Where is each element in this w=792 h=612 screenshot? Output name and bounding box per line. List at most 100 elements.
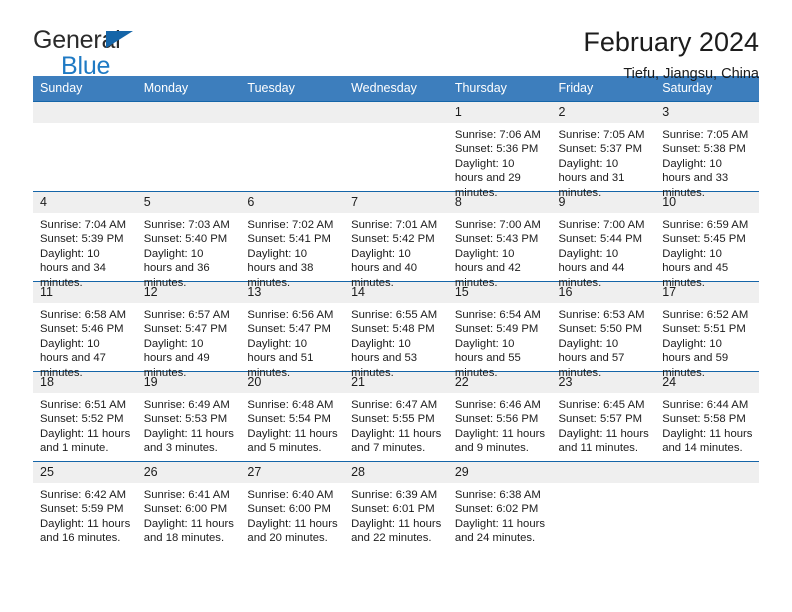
sunset-text: Sunset: 5:42 PM xyxy=(351,233,435,246)
day-cell-inner: 20 Sunrise: 6:48 AM Sunset: 5:54 PM Dayligh… xyxy=(240,372,345,461)
calendar-day-cell[interactable]: 29 Sunrise: 6:38 AM Sunset: 6:02 PM Dayligh… xyxy=(447,461,552,551)
day-cell-inner: 12 Sunrise: 6:57 AM Sunset: 5:47 PM Dayligh… xyxy=(136,282,241,379)
day-cell-inner: 28 Sunrise: 6:39 AM Sunset: 6:01 PM Dayligh… xyxy=(344,462,448,551)
day-details: Sunrise: 6:49 AM Sunset: 5:53 PM Daylight:… xyxy=(137,393,241,456)
day-details: Sunrise: 6:52 AM Sunset: 5:51 PM Daylight:… xyxy=(655,303,759,380)
calendar-day-cell[interactable]: 19 Sunrise: 6:49 AM Sunset: 5:53 PM Dayligh… xyxy=(136,371,241,462)
calendar-week-row: 11 Sunrise: 6:58 AM Sunset: 5:46 PM Dayligh… xyxy=(33,281,759,379)
sunrise-text: Sunrise: 6:39 AM xyxy=(351,489,438,501)
sunrise-text: Sunrise: 7:04 AM xyxy=(40,219,127,231)
day-cell-inner: 1 Sunrise: 7:06 AM Sunset: 5:36 PM Daylight… xyxy=(447,102,552,199)
calendar-day-cell[interactable]: 7 Sunrise: 7:01 AM Sunset: 5:42 PM Daylight… xyxy=(344,191,448,289)
calendar-day-cell[interactable]: 10 Sunrise: 6:59 AM Sunset: 5:45 PM Dayligh… xyxy=(655,191,759,289)
sunrise-text: Sunrise: 7:03 AM xyxy=(143,219,230,231)
calendar-day-cell[interactable]: 18 Sunrise: 6:51 AM Sunset: 5:52 PM Dayligh… xyxy=(33,371,137,462)
sunrise-text: Sunrise: 6:45 AM xyxy=(558,399,645,411)
calendar-day-cell[interactable]: 17 Sunrise: 6:52 AM Sunset: 5:51 PM Dayligh… xyxy=(655,281,759,379)
sunset-text: Sunset: 6:02 PM xyxy=(454,503,539,516)
calendar-day-cell[interactable]: 23 Sunrise: 6:45 AM Sunset: 5:57 PM Dayligh… xyxy=(551,371,656,462)
sunrise-text: Sunrise: 6:41 AM xyxy=(143,489,230,501)
day-cell-inner: 16 Sunrise: 6:53 AM Sunset: 5:50 PM Dayligh… xyxy=(551,282,656,379)
calendar-day-cell[interactable]: 5 Sunrise: 7:03 AM Sunset: 5:40 PM Daylight… xyxy=(136,191,241,289)
sunrise-text: Sunrise: 6:44 AM xyxy=(662,399,749,411)
calendar-day-cell[interactable]: 28 Sunrise: 6:39 AM Sunset: 6:01 PM Dayligh… xyxy=(344,461,448,551)
day-details xyxy=(552,483,656,488)
daylight-text: Daylight: 11 hours and 22 minutes. xyxy=(351,517,442,545)
calendar-week-row: 25 Sunrise: 6:42 AM Sunset: 5:59 PM Dayligh… xyxy=(33,461,759,551)
calendar-day-cell[interactable]: 15 Sunrise: 6:54 AM Sunset: 5:49 PM Dayligh… xyxy=(447,281,552,379)
calendar-day-cell[interactable]: 21 Sunrise: 6:47 AM Sunset: 5:55 PM Dayligh… xyxy=(344,371,448,462)
calendar-day-cell[interactable]: 8 Sunrise: 7:00 AM Sunset: 5:43 PM Daylight… xyxy=(447,191,552,289)
calendar-day-cell[interactable]: 14 Sunrise: 6:55 AM Sunset: 5:48 PM Dayligh… xyxy=(344,281,448,379)
day-cell-inner: 7 Sunrise: 7:01 AM Sunset: 5:42 PM Daylight… xyxy=(344,192,448,289)
sunset-text: Sunset: 5:48 PM xyxy=(351,323,435,336)
day-details: Sunrise: 6:56 AM Sunset: 5:47 PM Daylight:… xyxy=(240,303,344,380)
calendar-day-cell[interactable]: 3 Sunrise: 7:05 AM Sunset: 5:38 PM Daylight… xyxy=(655,101,759,199)
day-number: 28 xyxy=(344,462,448,483)
day-details: Sunrise: 6:51 AM Sunset: 5:52 PM Daylight:… xyxy=(33,393,137,456)
day-details xyxy=(33,123,137,128)
calendar-week-row: 4 Sunrise: 7:04 AM Sunset: 5:39 PM Daylight… xyxy=(33,191,759,289)
day-number: 13 xyxy=(240,282,345,303)
calendar-day-cell[interactable]: 20 Sunrise: 6:48 AM Sunset: 5:54 PM Dayligh… xyxy=(240,371,345,462)
day-cell-inner: 17 Sunrise: 6:52 AM Sunset: 5:51 PM Dayligh… xyxy=(655,282,759,379)
calendar-day-cell[interactable]: 27 Sunrise: 6:40 AM Sunset: 6:00 PM Dayligh… xyxy=(240,461,345,551)
calendar-day-cell[interactable]: 26 Sunrise: 6:41 AM Sunset: 6:00 PM Dayligh… xyxy=(136,461,241,551)
day-cell-inner xyxy=(136,102,241,191)
day-cell-inner: 26 Sunrise: 6:41 AM Sunset: 6:00 PM Dayligh… xyxy=(136,462,241,551)
daylight-text: Daylight: 11 hours and 14 minutes. xyxy=(662,427,753,455)
sunset-text: Sunset: 5:58 PM xyxy=(662,413,746,426)
general-blue-logo[interactable]: General Blue xyxy=(33,28,153,79)
sunset-text: Sunset: 5:54 PM xyxy=(247,413,331,426)
day-details: Sunrise: 7:00 AM Sunset: 5:44 PM Daylight:… xyxy=(552,213,656,290)
day-number xyxy=(136,102,241,123)
day-cell-inner: 19 Sunrise: 6:49 AM Sunset: 5:53 PM Dayligh… xyxy=(136,372,241,461)
day-number: 4 xyxy=(33,192,137,213)
calendar-day-cell[interactable]: 25 Sunrise: 6:42 AM Sunset: 5:59 PM Dayligh… xyxy=(33,461,137,551)
sunset-text: Sunset: 5:59 PM xyxy=(40,503,124,516)
sunrise-text: Sunrise: 6:59 AM xyxy=(662,219,749,231)
day-cell-inner: 29 Sunrise: 6:38 AM Sunset: 6:02 PM Dayligh… xyxy=(447,462,552,551)
calendar-day-cell[interactable]: 9 Sunrise: 7:00 AM Sunset: 5:44 PM Daylight… xyxy=(551,191,656,289)
sunset-text: Sunset: 5:50 PM xyxy=(558,323,643,336)
day-details: Sunrise: 6:44 AM Sunset: 5:58 PM Daylight:… xyxy=(655,393,759,456)
calendar-empty-cell xyxy=(551,461,656,551)
day-details: Sunrise: 6:53 AM Sunset: 5:50 PM Daylight:… xyxy=(552,303,656,380)
day-details: Sunrise: 7:06 AM Sunset: 5:36 PM Daylight:… xyxy=(448,123,552,200)
day-cell-inner: 9 Sunrise: 7:00 AM Sunset: 5:44 PM Daylight… xyxy=(551,192,656,289)
sunrise-text: Sunrise: 6:58 AM xyxy=(40,309,127,321)
day-cell-inner: 23 Sunrise: 6:45 AM Sunset: 5:57 PM Dayligh… xyxy=(551,372,656,461)
calendar-empty-cell xyxy=(240,101,345,192)
calendar-day-cell[interactable]: 11 Sunrise: 6:58 AM Sunset: 5:46 PM Dayligh… xyxy=(33,281,137,379)
calendar-day-cell[interactable]: 6 Sunrise: 7:02 AM Sunset: 5:41 PM Daylight… xyxy=(240,191,345,289)
calendar-day-cell[interactable]: 2 Sunrise: 7:05 AM Sunset: 5:37 PM Daylight… xyxy=(551,101,656,199)
calendar-body: 1 Sunrise: 7:06 AM Sunset: 5:36 PM Daylight… xyxy=(33,101,759,551)
sunset-text: Sunset: 6:01 PM xyxy=(351,503,435,516)
day-details: Sunrise: 6:47 AM Sunset: 5:55 PM Daylight:… xyxy=(344,393,448,456)
sunrise-text: Sunrise: 6:56 AM xyxy=(247,309,334,321)
title-block: February 2024 Tiefu, Jiangsu, China xyxy=(583,27,759,81)
sunrise-text: Sunrise: 6:51 AM xyxy=(40,399,127,411)
day-number: 5 xyxy=(136,192,241,213)
sunrise-text: Sunrise: 6:52 AM xyxy=(662,309,749,321)
day-number xyxy=(33,102,137,123)
sunset-text: Sunset: 6:00 PM xyxy=(247,503,331,516)
calendar-day-cell[interactable]: 22 Sunrise: 6:46 AM Sunset: 5:56 PM Dayligh… xyxy=(447,371,552,462)
day-details: Sunrise: 7:01 AM Sunset: 5:42 PM Daylight:… xyxy=(344,213,448,290)
day-details: Sunrise: 7:02 AM Sunset: 5:41 PM Daylight:… xyxy=(240,213,344,290)
sunrise-text: Sunrise: 6:47 AM xyxy=(351,399,438,411)
calendar-day-cell[interactable]: 12 Sunrise: 6:57 AM Sunset: 5:47 PM Dayligh… xyxy=(136,281,241,379)
calendar-week-row: 1 Sunrise: 7:06 AM Sunset: 5:36 PM Daylight… xyxy=(33,101,759,199)
calendar-day-cell[interactable]: 1 Sunrise: 7:06 AM Sunset: 5:36 PM Daylight… xyxy=(447,101,552,199)
day-number: 19 xyxy=(136,372,241,393)
sunset-text: Sunset: 5:38 PM xyxy=(662,143,746,156)
sunrise-text: Sunrise: 7:02 AM xyxy=(247,219,334,231)
calendar-day-cell[interactable]: 4 Sunrise: 7:04 AM Sunset: 5:39 PM Daylight… xyxy=(33,191,137,289)
calendar-day-cell[interactable]: 13 Sunrise: 6:56 AM Sunset: 5:47 PM Dayligh… xyxy=(240,281,345,379)
day-cell-inner: 6 Sunrise: 7:02 AM Sunset: 5:41 PM Daylight… xyxy=(240,192,345,289)
weekday-header-tuesday: Tuesday xyxy=(240,76,345,102)
sunrise-text: Sunrise: 6:46 AM xyxy=(454,399,541,411)
calendar-day-cell[interactable]: 16 Sunrise: 6:53 AM Sunset: 5:50 PM Dayligh… xyxy=(551,281,656,379)
sunrise-text: Sunrise: 7:06 AM xyxy=(454,129,541,141)
calendar-day-cell[interactable]: 24 Sunrise: 6:44 AM Sunset: 5:58 PM Dayligh… xyxy=(655,371,759,462)
